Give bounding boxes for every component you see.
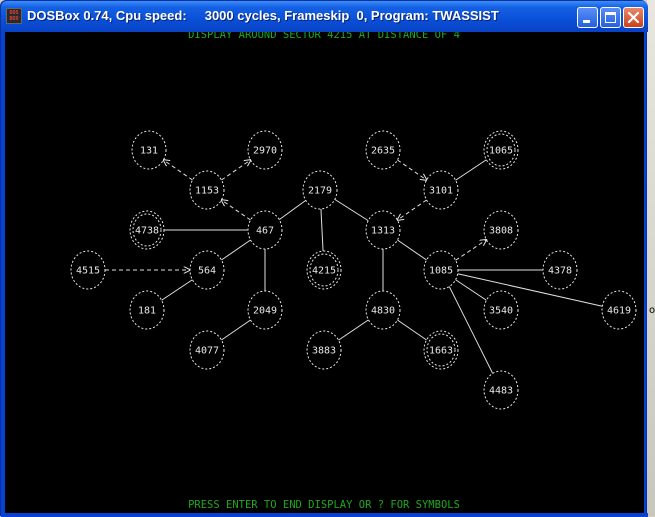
sector-label: 467 [256, 226, 274, 237]
sector-node-1065[interactable]: 1065 [483, 130, 519, 170]
sector-label: 1663 [429, 346, 453, 357]
warp-lines [105, 159, 603, 374]
sector-label: 3101 [429, 186, 453, 197]
warp-line-467-564 [221, 239, 251, 261]
maximize-icon [605, 12, 616, 23]
sector-node-3101[interactable]: 3101 [423, 170, 459, 210]
sector-label: 1153 [195, 186, 219, 197]
title-bar[interactable]: DOS BOX DOSBox 0.74, Cpu speed: 3000 cyc… [1, 1, 648, 32]
display-header: DISPLAY AROUND SECTOR 4215 AT DISTANCE O… [188, 32, 460, 41]
warp-line-2179-4215 [320, 208, 324, 252]
sector-node-4215[interactable]: 4215 [306, 250, 342, 290]
sector-label: 181 [138, 306, 156, 317]
sector-node-1085[interactable]: 1085 [423, 250, 459, 290]
sector-node-4619[interactable]: 4619 [601, 290, 637, 330]
sector-label: 3883 [312, 346, 336, 357]
display-footer: PRESS ENTER TO END DISPLAY OR ? FOR SYMB… [188, 499, 460, 511]
sector-label: 4830 [371, 306, 395, 317]
sector-map: DISPLAY AROUND SECTOR 4215 AT DISTANCE O… [70, 32, 637, 511]
sector-node-181[interactable]: 181 [129, 290, 165, 330]
sector-node-2179[interactable]: 2179 [302, 170, 338, 210]
sector-label: 4515 [76, 266, 100, 277]
close-button[interactable] [623, 7, 644, 28]
minimize-icon [583, 20, 590, 23]
sector-node-3540[interactable]: 3540 [483, 290, 519, 330]
sector-label: 131 [140, 146, 158, 157]
minimize-button[interactable] [577, 7, 598, 28]
sector-node-131[interactable]: 131 [131, 130, 167, 170]
sector-node-4738[interactable]: 4738 [129, 210, 165, 250]
sector-node-3808[interactable]: 3808 [483, 210, 519, 250]
sector-label: 2635 [371, 146, 395, 157]
sector-label: 4215 [312, 266, 336, 277]
window-bottom-border [1, 513, 648, 517]
sector-node-2635[interactable]: 2635 [365, 130, 401, 170]
maximize-button[interactable] [600, 7, 621, 28]
warp-line-1153-2970 [221, 160, 250, 181]
dos-screen[interactable]: DISPLAY AROUND SECTOR 4215 AT DISTANCE O… [5, 32, 644, 513]
sector-label: 4738 [135, 226, 159, 237]
sector-label: 4619 [607, 306, 631, 317]
sector-node-2049[interactable]: 2049 [247, 290, 283, 330]
close-icon [627, 11, 640, 24]
sector-node-4077[interactable]: 4077 [189, 330, 225, 370]
sector-label: 3540 [489, 306, 513, 317]
sector-label: 2970 [253, 146, 277, 157]
warp-line-467-2179 [278, 199, 307, 221]
warp-line-1085-4619 [457, 273, 603, 307]
sector-node-1313[interactable]: 1313 [365, 210, 401, 250]
sector-label: 3808 [489, 226, 513, 237]
window-title: DOSBox 0.74, Cpu speed: 3000 cycles, Fra… [27, 8, 499, 23]
sector-node-2970[interactable]: 2970 [247, 130, 283, 170]
sector-label: 4483 [489, 386, 513, 397]
warp-line-564-181 [161, 279, 193, 301]
warp-line-4830-1663 [397, 319, 427, 341]
warp-line-4830-3883 [338, 319, 369, 341]
desktop-background [647, 0, 655, 516]
sector-label: 564 [198, 266, 216, 277]
warp-line-3101-1313 [397, 199, 427, 220]
warp-line-467-1153 [221, 200, 251, 221]
warp-line-1313-1085 [397, 239, 427, 261]
sector-label: 2179 [308, 186, 332, 197]
sector-label: 1065 [489, 146, 513, 157]
warp-line-2049-4077 [221, 319, 251, 341]
sector-node-1663[interactable]: 1663 [423, 330, 459, 370]
sector-node-4830[interactable]: 4830 [365, 290, 401, 330]
sector-label: 4077 [195, 346, 219, 357]
sector-node-4515[interactable]: 4515 [70, 250, 106, 290]
sector-label: 1313 [371, 226, 395, 237]
dosbox-app-icon[interactable]: DOS BOX [6, 8, 22, 24]
warp-line-3101-1065 [455, 159, 487, 181]
dosbox-window: DOS BOX DOSBox 0.74, Cpu speed: 3000 cyc… [0, 0, 648, 517]
warp-line-2179-1313 [334, 198, 369, 222]
warp-line-1153-131 [163, 160, 193, 181]
sector-label: 4378 [548, 266, 572, 277]
background-window-fragment: o [649, 305, 655, 316]
sector-node-564[interactable]: 564 [189, 250, 225, 290]
sector-label: 2049 [253, 306, 277, 317]
warp-line-1085-3540 [455, 279, 487, 301]
sector-label: 1085 [429, 266, 453, 277]
sector-node-467[interactable]: 467 [247, 210, 283, 250]
sector-node-1153[interactable]: 1153 [189, 170, 225, 210]
sector-node-3883[interactable]: 3883 [306, 330, 342, 370]
warp-line-1085-3808 [455, 240, 487, 261]
sector-node-4378[interactable]: 4378 [542, 250, 578, 290]
sector-node-4483[interactable]: 4483 [483, 370, 519, 410]
warp-line-2635-3101 [397, 159, 426, 180]
